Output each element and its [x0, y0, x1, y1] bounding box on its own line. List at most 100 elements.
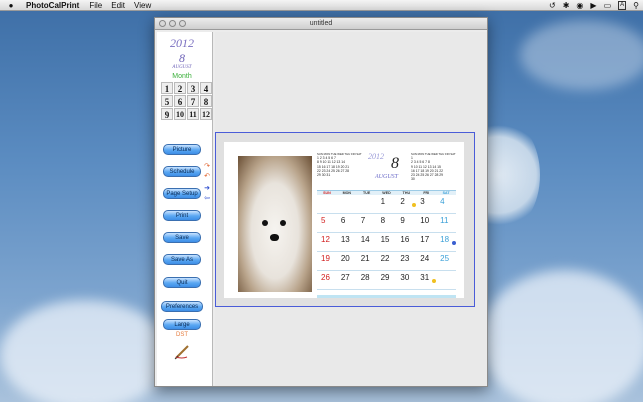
cloud-background — [480, 270, 643, 402]
calendar-day[interactable]: 14 — [356, 233, 377, 252]
calendar-day[interactable] — [356, 195, 377, 214]
move-left-icon[interactable]: ⇦ — [203, 195, 211, 203]
month-button-4[interactable]: 4 — [200, 82, 212, 94]
month-button-5[interactable]: 5 — [161, 95, 173, 107]
large-button[interactable]: Large — [163, 319, 201, 330]
month-label: Month — [172, 73, 192, 80]
calendar-day[interactable]: 12 — [317, 233, 337, 252]
window-controls — [159, 20, 186, 27]
dst-pen-icon[interactable] — [173, 343, 191, 361]
dog-eye — [262, 220, 268, 226]
menu-view[interactable]: View — [134, 1, 151, 10]
save-as-button[interactable]: Save As — [163, 254, 201, 265]
sidebar-month-number: 8 — [179, 51, 185, 65]
cloud-background — [0, 300, 170, 402]
month-button-9[interactable]: 9 — [161, 108, 173, 120]
schedule-button[interactable]: Schedule — [163, 166, 201, 177]
battery-icon[interactable]: ▭ — [604, 1, 612, 10]
mini-row: 30 — [411, 177, 415, 182]
calendar-day[interactable] — [317, 195, 337, 214]
calendar-year: 2012 — [368, 152, 384, 161]
calendar-day[interactable]: 21 — [356, 252, 377, 271]
calendar-footer-bar — [317, 295, 456, 298]
calendar-day[interactable] — [436, 271, 456, 290]
month-button-2[interactable]: 2 — [174, 82, 186, 94]
mini-header: SUN MON TUE WED THU FRI SAT — [411, 152, 456, 156]
calendar-day[interactable]: 17 — [416, 233, 437, 252]
app-menu[interactable]: PhotoCalPrint — [26, 1, 79, 10]
month-button-11[interactable]: 11 — [187, 108, 199, 120]
calendar-day[interactable]: 9 — [396, 214, 417, 233]
calendar-day[interactable]: 3 — [416, 195, 437, 214]
calendar-day[interactable]: 22 — [376, 252, 397, 271]
page-frame[interactable]: SUN MON TUE WED THU FRI SAT 1 2 3 4 5 6 … — [215, 132, 475, 307]
rotate-left-icon[interactable]: ↷ — [203, 163, 211, 171]
volume-icon[interactable]: ▶ — [590, 1, 596, 10]
picture-button[interactable]: Picture — [163, 144, 201, 155]
input-menu-icon[interactable]: A — [618, 1, 627, 10]
calendar-day[interactable] — [336, 195, 357, 214]
dst-label: DST — [176, 332, 188, 338]
sidebar-month-name: AUGUST — [172, 65, 192, 70]
calendar-day[interactable]: 23 — [396, 252, 417, 271]
wifi-icon[interactable]: ◉ — [576, 1, 583, 10]
month-button-7[interactable]: 7 — [187, 95, 199, 107]
calendar: SUN MON TUE WED THU FRI SAT 1 2 3 4 5 6 … — [317, 150, 457, 298]
calendar-day[interactable]: 5 — [317, 214, 337, 233]
schedule-marker-icon — [412, 203, 416, 207]
calendar-day[interactable]: 16 — [396, 233, 417, 252]
preferences-button[interactable]: Preferences — [161, 301, 203, 312]
calendar-day[interactable]: 27 — [336, 271, 357, 290]
apple-menu-icon[interactable]: ● — [0, 1, 22, 10]
calendar-day[interactable]: 8 — [376, 214, 397, 233]
menu-edit[interactable]: Edit — [111, 1, 125, 10]
month-button-3[interactable]: 3 — [187, 82, 199, 94]
zoom-window-button[interactable] — [179, 20, 186, 27]
calendar-day[interactable]: 6 — [336, 214, 357, 233]
month-button-8[interactable]: 8 — [200, 95, 212, 107]
close-window-button[interactable] — [159, 20, 166, 27]
bluetooth-icon[interactable]: ✱ — [563, 1, 570, 10]
mini-row: 29 30 31 — [317, 173, 331, 178]
calendar-grid: 1 2 3 4 5 6 7 8 9 10 11 12 13 14 15 16 1… — [317, 195, 456, 290]
month-button-10[interactable]: 10 — [174, 108, 186, 120]
month-button-12[interactable]: 12 — [200, 108, 212, 120]
calendar-day[interactable]: 19 — [317, 252, 337, 271]
print-page: SUN MON TUE WED THU FRI SAT 1 2 3 4 5 6 … — [224, 142, 464, 298]
calendar-day[interactable]: 1 — [376, 195, 397, 214]
calendar-day[interactable]: 30 — [396, 271, 417, 290]
calendar-day[interactable]: 24 — [416, 252, 437, 271]
menu-file[interactable]: File — [89, 1, 102, 10]
schedule-marker-icon — [432, 279, 436, 283]
page-setup-button[interactable]: Page Setup — [163, 188, 201, 199]
next-month-mini-calendar: SUN MON TUE WED THU FRI SAT 1 2 3 4 5 6 … — [411, 152, 456, 181]
calendar-day[interactable]: 26 — [317, 271, 337, 290]
calendar-day[interactable]: 25 — [436, 252, 456, 271]
title-bar: untitled — [155, 18, 487, 30]
month-button-6[interactable]: 6 — [174, 95, 186, 107]
dog-eye — [280, 220, 286, 226]
calendar-day[interactable]: 29 — [376, 271, 397, 290]
calendar-day[interactable]: 11 — [436, 214, 456, 233]
calendar-day[interactable]: 15 — [376, 233, 397, 252]
rotate-right-icon[interactable]: ↶ — [203, 173, 211, 181]
spotlight-icon[interactable]: ⚲ — [633, 1, 639, 10]
dog-photo[interactable] — [238, 156, 312, 292]
print-button[interactable]: Print — [163, 210, 201, 221]
schedule-marker-icon — [452, 241, 456, 245]
sidebar: 2012 8 AUGUST Month 1 2 3 4 5 6 7 8 9 10… — [157, 32, 213, 386]
calendar-day[interactable]: 20 — [336, 252, 357, 271]
move-right-icon[interactable]: ➜ — [203, 185, 211, 193]
month-button-1[interactable]: 1 — [161, 82, 173, 94]
calendar-day[interactable]: 10 — [416, 214, 437, 233]
save-button[interactable]: Save — [163, 232, 201, 243]
calendar-day[interactable]: 13 — [336, 233, 357, 252]
rotate-controls: ↷ ↶ ➜ ⇦ — [203, 163, 213, 205]
calendar-day[interactable]: 28 — [356, 271, 377, 290]
quit-button[interactable]: Quit — [163, 277, 201, 288]
calendar-day[interactable]: 7 — [356, 214, 377, 233]
calendar-day[interactable]: 4 — [436, 195, 456, 214]
minimize-window-button[interactable] — [169, 20, 176, 27]
preview-area: SUN MON TUE WED THU FRI SAT 1 2 3 4 5 6 … — [215, 32, 487, 386]
time-machine-icon[interactable]: ↺ — [549, 1, 556, 10]
